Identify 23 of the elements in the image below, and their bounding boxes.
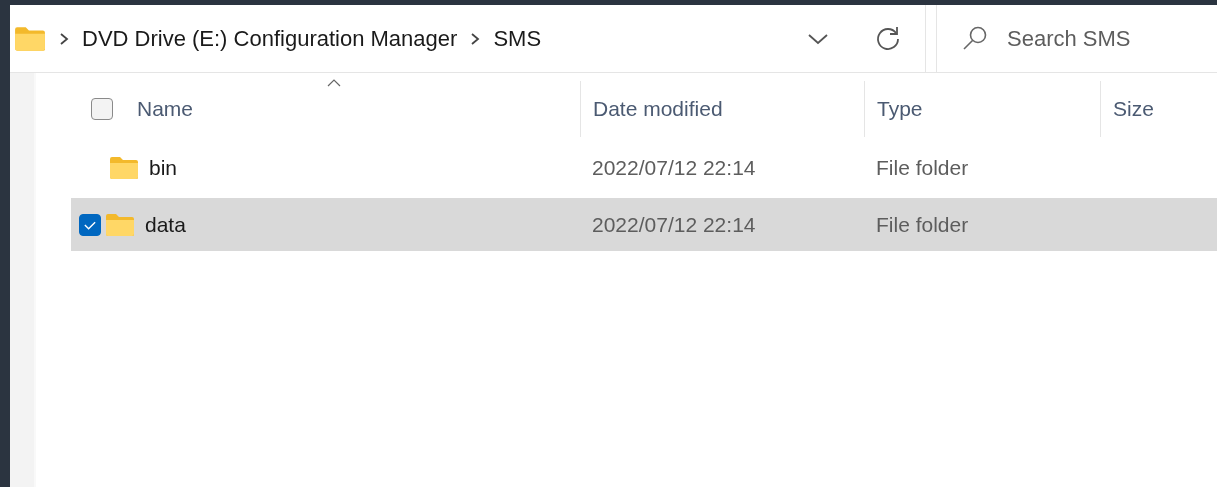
chevron-icon [469,31,482,46]
folder-icon [109,155,139,180]
file-type: File folder [876,154,969,181]
column-header[interactable]: Size [1113,93,1154,125]
breadcrumb-item[interactable]: DVD Drive (E:) Configuration Manager [82,22,458,55]
column-header[interactable]: Name [137,93,194,125]
file-type: File folder [876,211,969,238]
column-header[interactable]: Type [877,93,923,125]
chevron-icon [58,31,70,46]
checkbox[interactable] [91,98,113,120]
file-row[interactable]: data 2022/07/12 22:14 File folder [71,198,1217,251]
file-name: bin [149,154,178,181]
file-name: data [145,211,186,238]
column-header[interactable]: Date modified [593,93,723,125]
search-field[interactable]: Search SMS [1005,21,1205,56]
breadcrumb-item[interactable]: SMS [493,22,542,55]
date-modified: 2022/07/12 22:14 [592,211,756,238]
chevron-icon [807,32,829,45]
file-row[interactable]: bin 2022/07/12 22:14 File folder [71,141,1217,194]
checkbox[interactable] [79,213,101,236]
date-modified: 2022/07/12 22:14 [592,154,756,181]
folder-icon [105,212,135,237]
folder-icon [14,25,46,52]
